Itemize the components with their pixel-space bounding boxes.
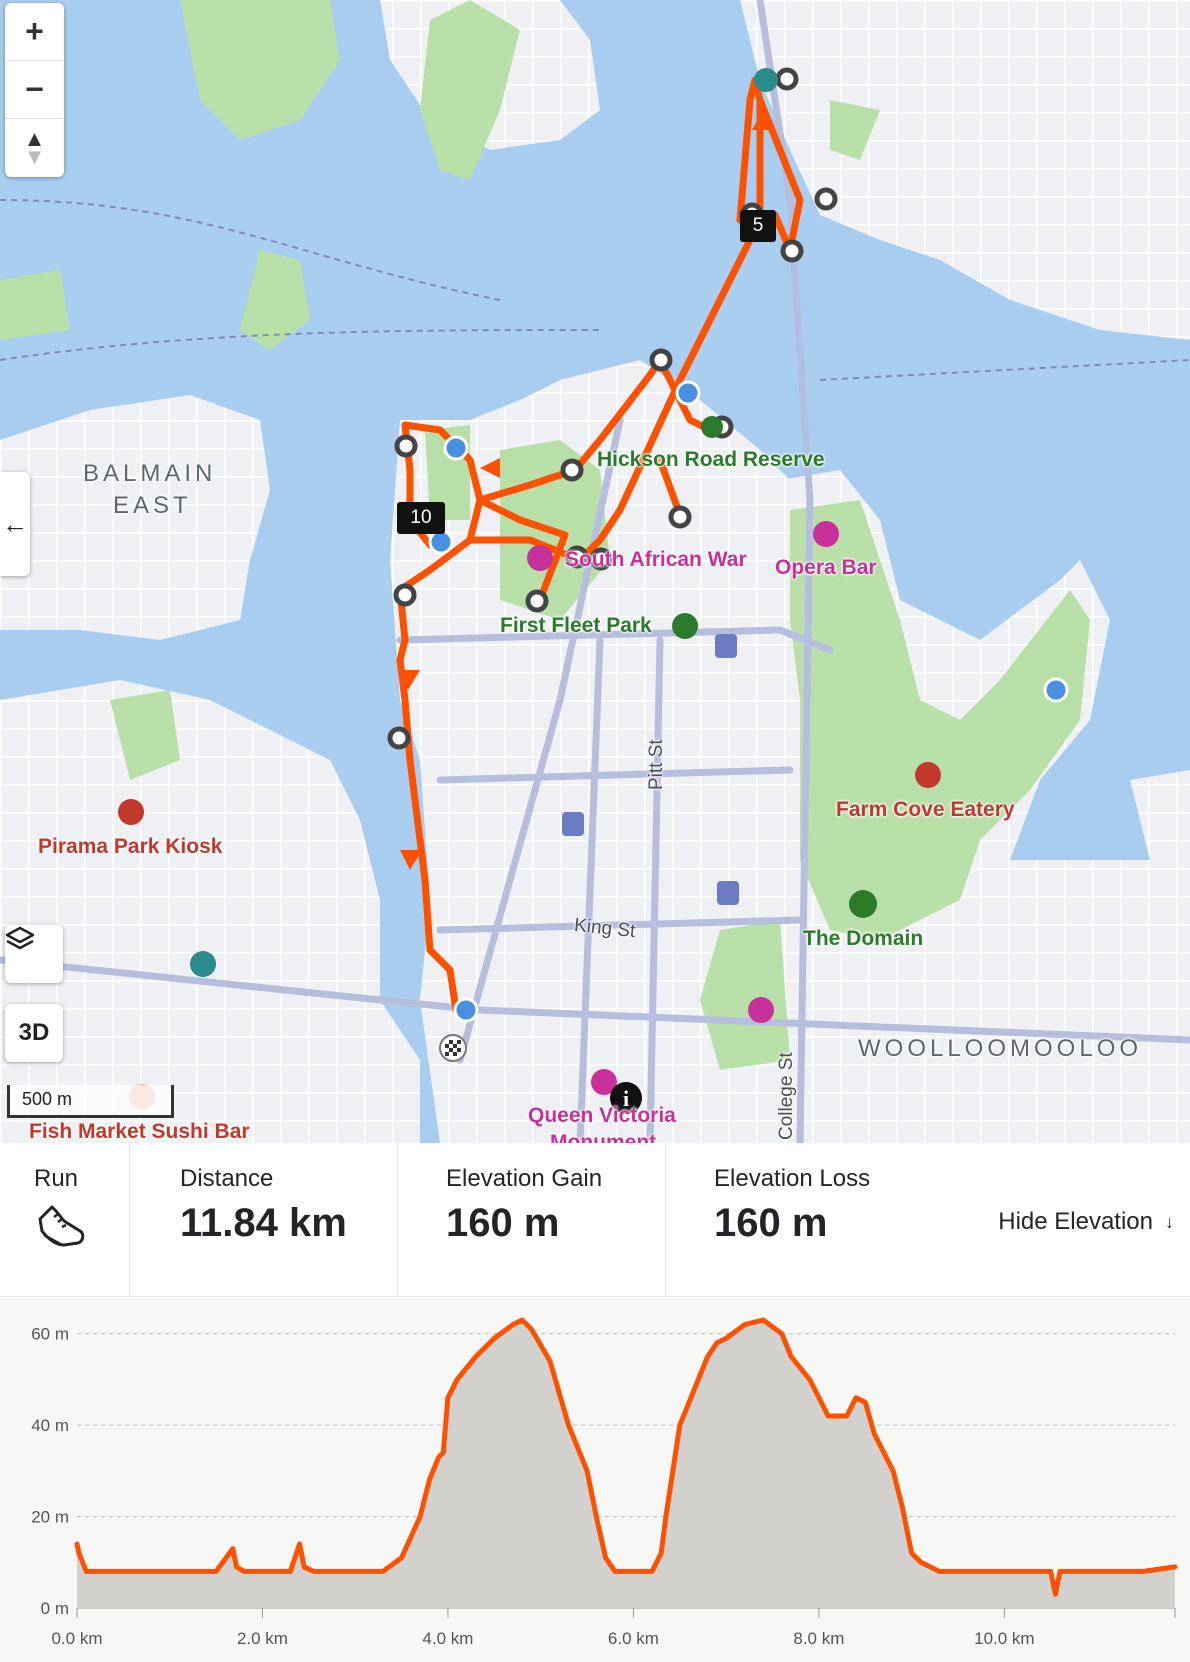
x-tick-label: 2.0 km	[237, 1629, 288, 1648]
bar-icon	[813, 521, 839, 547]
x-tick-label: 8.0 km	[793, 1629, 844, 1648]
elevation-chart[interactable]: 0 m 20 m 40 m 60 m 0.0 km 2.0 km 4.0 km 6.0 km…	[0, 1298, 1190, 1662]
elevation-loss-value: 160 m	[714, 1201, 828, 1245]
park-icon	[849, 890, 877, 918]
zoom-out-button[interactable]: −	[5, 61, 64, 119]
map-label-woolloomooloo: WOOLLOOMOOLOO	[858, 1035, 1143, 1062]
layers-icon	[5, 926, 35, 950]
map-label-college-st: College St	[776, 1052, 797, 1140]
3d-toggle-button[interactable]: 3D	[5, 1004, 63, 1062]
park-icon	[701, 416, 723, 438]
layers-button[interactable]	[5, 925, 63, 983]
map-label-pitt-st: Pitt St	[646, 739, 667, 790]
elevation-gain-stat: Elevation Gain 160 m	[398, 1143, 666, 1297]
map-label-east: EAST	[113, 492, 192, 519]
running-shoe-icon	[38, 1205, 85, 1247]
y-tick-label: 60 m	[31, 1325, 69, 1344]
arrow-left-icon: ←	[2, 508, 28, 539]
map-label-fish-market-sushi-bar: Fish Market Sushi Bar	[29, 1120, 250, 1143]
hide-elevation-button[interactable]: Hide Elevation ↓	[998, 1208, 1174, 1236]
train-station-icon	[715, 634, 737, 658]
elevation-loss-stat: Elevation Loss 160 m	[666, 1143, 934, 1297]
elevation-line	[74, 1317, 1178, 1597]
scale-label: 500 m	[22, 1089, 73, 1109]
map-label-the-domain: The Domain	[803, 927, 924, 950]
x-tick-label: 10.0 km	[974, 1629, 1034, 1648]
monument-icon	[527, 545, 553, 571]
elevation-gain-label: Elevation Gain	[446, 1165, 603, 1192]
compass-button[interactable]: ▲ ▼	[5, 119, 64, 177]
start-finish-flag-icon	[439, 1034, 467, 1062]
x-tick-label: 0.0 km	[51, 1629, 102, 1648]
map-label-hickson: Hickson Road Reserve	[597, 448, 825, 471]
map-label-farm-cove-eatery: Farm Cove Eatery	[836, 798, 1015, 821]
compass-south-icon: ▼	[23, 144, 46, 169]
zoom-controls: + − ▲ ▼	[5, 3, 64, 177]
y-tick-label: 0 m	[41, 1599, 69, 1618]
repair-icon	[190, 951, 216, 977]
route-map[interactable]: i 5 10 BALMAIN EAST Hickson Road Reserve…	[0, 0, 1190, 1143]
activity-type: Run	[0, 1143, 130, 1297]
map-label-balmain: BALMAIN	[83, 460, 217, 487]
elevation-gain-value: 160 m	[446, 1201, 560, 1245]
park-icon	[672, 613, 698, 639]
cafe-icon	[915, 762, 941, 788]
map-label-opera-bar: Opera Bar	[775, 556, 877, 579]
map-label-south-african-war: South African War	[565, 548, 747, 571]
elevation-loss-label: Elevation Loss	[714, 1165, 871, 1192]
y-tick-label: 40 m	[31, 1416, 69, 1435]
y-tick-label: 20 m	[31, 1508, 69, 1527]
map-label-queen-victoria: Queen Victoria	[528, 1104, 676, 1127]
map-label-monument: Monument	[550, 1131, 657, 1143]
cafe-icon	[118, 799, 144, 825]
distance-stat: Distance 11.84 km	[130, 1143, 398, 1297]
train-station-icon	[717, 881, 739, 905]
activity-type-label: Run	[34, 1165, 79, 1192]
elevation-chart-svg: 0 m 20 m 40 m 60 m 0.0 km 2.0 km 4.0 km 6.0 km…	[31, 1317, 1178, 1648]
distance-label: Distance	[180, 1165, 274, 1192]
arrow-down-icon: ↓	[1165, 1211, 1174, 1232]
x-tick-label: 4.0 km	[422, 1629, 473, 1648]
monument-icon	[748, 997, 774, 1023]
km-marker-5: 5	[740, 210, 776, 242]
map-scale: 500 m	[7, 1085, 174, 1118]
map-label-pirama-park-kiosk: Pirama Park Kiosk	[38, 835, 223, 858]
repair-icon	[754, 68, 778, 92]
hide-elevation-label: Hide Elevation	[998, 1208, 1153, 1235]
km-marker-10: 10	[397, 502, 445, 534]
elevation-area	[77, 1320, 1175, 1608]
distance-value: 11.84 km	[180, 1201, 347, 1245]
zoom-in-button[interactable]: +	[5, 3, 64, 61]
map-label-first-fleet-park: First Fleet Park	[500, 614, 652, 637]
collapse-panel-button[interactable]: ←	[0, 472, 30, 576]
train-station-icon	[562, 812, 584, 836]
x-tick-label: 6.0 km	[608, 1629, 659, 1648]
